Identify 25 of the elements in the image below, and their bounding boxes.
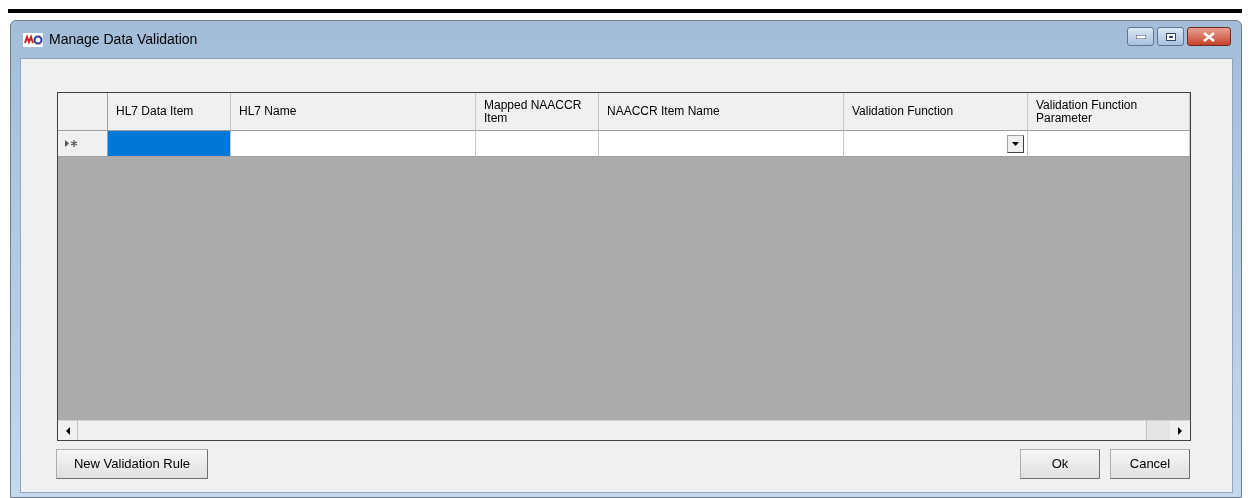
grid-cell[interactable] (108, 131, 231, 156)
maximize-button[interactable] (1157, 27, 1184, 46)
scrollbar-thumb[interactable] (1146, 421, 1170, 440)
column-header[interactable]: HL7 Data Item (116, 105, 194, 118)
close-button[interactable] (1187, 27, 1231, 46)
minimize-icon (1135, 34, 1146, 39)
new-row-marker-icon (65, 140, 78, 147)
right-arrow-icon (1178, 426, 1182, 435)
column-header[interactable]: Mapped NAACCR Item (484, 98, 590, 125)
close-icon (1203, 31, 1215, 42)
dropdown-button[interactable] (1007, 134, 1024, 153)
app-logo-icon (23, 32, 43, 47)
column-header[interactable]: NAACCR Item Name (607, 105, 720, 118)
caret-icon (1012, 141, 1019, 146)
column-header[interactable]: HL7 Name (239, 105, 297, 118)
column-header[interactable]: Validation Function Parameter (1036, 98, 1181, 125)
left-arrow-icon (65, 426, 70, 435)
maximize-icon (1165, 32, 1176, 41)
dialog-button[interactable]: New Validation Rule (56, 449, 208, 479)
window-title: Manage Data Validation (49, 30, 198, 49)
column-header[interactable]: Validation Function (852, 105, 954, 118)
dialog-button[interactable]: Ok (1020, 449, 1100, 479)
horizontal-scrollbar[interactable] (58, 420, 1190, 440)
minimize-button[interactable] (1127, 27, 1154, 46)
dialog-button[interactable]: Cancel (1110, 449, 1190, 479)
